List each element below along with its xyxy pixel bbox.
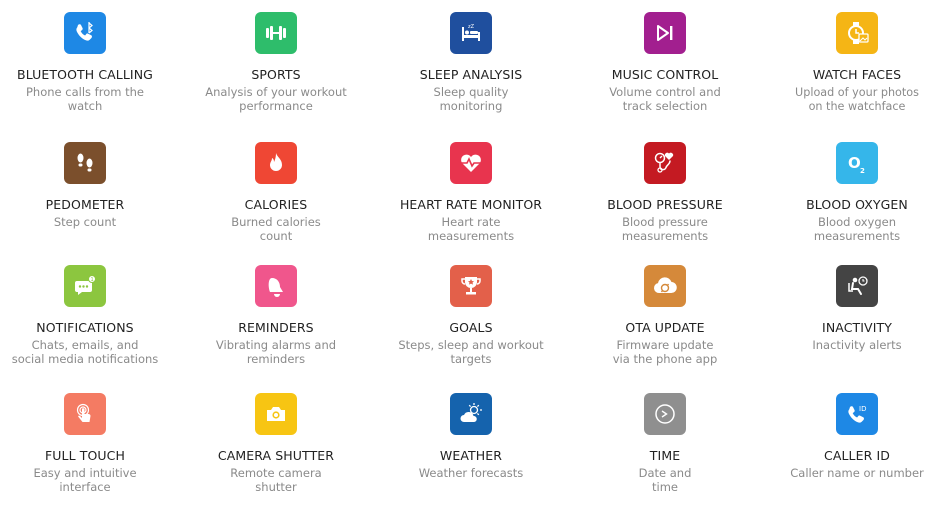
play-next-icon: [644, 12, 686, 54]
feature-title: CAMERA SHUTTER: [217, 448, 335, 463]
feature-blood-pressure: BLOOD PRESSURE Blood pressure measuremen…: [570, 142, 760, 243]
bell-icon: [255, 265, 297, 307]
svg-text:1: 1: [91, 277, 94, 283]
feature-description: Chats, emails, and social media notifica…: [11, 338, 159, 366]
feature-time: TIME Date and time: [570, 393, 760, 494]
feature-heart-rate-monitor: HEART RATE MONITOR Heart rate measuremen…: [376, 142, 566, 243]
feature-inactivity: INACTIVITY Inactivity alerts: [762, 265, 936, 353]
heart-pulse-icon: [450, 142, 492, 184]
feature-reminders: REMINDERS Vibrating alarms and reminders: [181, 265, 371, 366]
flame-icon: [255, 142, 297, 184]
caller-id-icon: ID: [836, 393, 878, 435]
feature-title: GOALS: [449, 320, 493, 335]
dumbbell-icon: [255, 12, 297, 54]
feature-ota-update: OTA UPDATE Firmware update via the phone…: [570, 265, 760, 366]
watch-photo-icon: [836, 12, 878, 54]
feature-description: Caller name or number: [790, 466, 924, 480]
feature-full-touch: FULL TOUCH Easy and intuitive interface: [0, 393, 180, 494]
feature-description: Step count: [53, 215, 117, 229]
bed-icon: zZ: [450, 12, 492, 54]
feature-camera-shutter: CAMERA SHUTTER Remote camera shutter: [181, 393, 371, 494]
svg-text:O: O: [848, 154, 861, 172]
feature-description: Blood oxygen measurements: [813, 215, 901, 243]
feature-watch-faces: WATCH FACES Upload of your photos on the…: [762, 12, 936, 113]
feature-notifications: 1 NOTIFICATIONS Chats, emails, and socia…: [0, 265, 180, 366]
feature-description: Phone calls from the watch: [26, 85, 144, 113]
feature-bluetooth-calling: BLUETOOTH CALLING Phone calls from the w…: [0, 12, 180, 113]
chat-bubble-icon: 1: [64, 265, 106, 307]
feature-title: CALLER ID: [824, 448, 890, 463]
touch-finger-icon: [64, 393, 106, 435]
feature-description: Volume control and track selection: [609, 85, 721, 113]
feature-title: REMINDERS: [238, 320, 314, 335]
trophy-icon: [450, 265, 492, 307]
feature-title: NOTIFICATIONS: [36, 320, 134, 335]
svg-text:zZ: zZ: [468, 24, 475, 30]
svg-text:2: 2: [860, 167, 865, 175]
clock-icon: [644, 393, 686, 435]
feature-description: Inactivity alerts: [812, 338, 902, 352]
feature-description: Heart rate measurements: [427, 215, 515, 243]
feature-description: Easy and intuitive interface: [33, 466, 137, 494]
camera-icon: [255, 393, 297, 435]
feature-description: Date and time: [638, 466, 692, 494]
feature-title: WEATHER: [439, 448, 503, 463]
feature-description: Weather forecasts: [418, 466, 524, 480]
feature-title: BLOOD PRESSURE: [607, 197, 723, 212]
cloud-sync-icon: [644, 265, 686, 307]
feature-blood-oxygen: O2 BLOOD OXYGEN Blood oxygen measurement…: [762, 142, 936, 243]
feature-sports: SPORTS Analysis of your workout performa…: [181, 12, 371, 113]
feature-goals: GOALS Steps, sleep and workout targets: [376, 265, 566, 366]
feature-title: MUSIC CONTROL: [611, 67, 719, 82]
feature-title: SPORTS: [251, 67, 301, 82]
oxygen-icon: O2: [836, 142, 878, 184]
feature-description: Analysis of your workout performance: [205, 85, 347, 113]
feature-title: FULL TOUCH: [45, 448, 125, 463]
feature-title: HEART RATE MONITOR: [399, 197, 543, 212]
feature-title: BLOOD OXYGEN: [806, 197, 908, 212]
feature-title: CALORIES: [244, 197, 308, 212]
feature-caller-id: ID CALLER ID Caller name or number: [762, 393, 936, 481]
feature-pedometer: PEDOMETER Step count: [0, 142, 180, 230]
feature-weather: WEATHER Weather forecasts: [376, 393, 566, 481]
feature-music-control: MUSIC CONTROL Volume control and track s…: [570, 12, 760, 113]
feature-description: Firmware update via the phone app: [612, 338, 718, 366]
feature-description: Remote camera shutter: [230, 466, 322, 494]
feature-description: Vibrating alarms and reminders: [215, 338, 337, 366]
feature-description: Steps, sleep and workout targets: [398, 338, 544, 366]
feature-title: TIME: [649, 448, 681, 463]
sitting-person-icon: [836, 265, 878, 307]
feature-description: Upload of your photos on the watchface: [795, 86, 919, 113]
feature-title: OTA UPDATE: [625, 320, 705, 335]
feature-title: SLEEP ANALYSIS: [419, 67, 523, 82]
svg-text:ID: ID: [859, 405, 866, 413]
feature-calories: CALORIES Burned calories count: [181, 142, 371, 243]
feature-sleep-analysis: zZ SLEEP ANALYSIS Sleep quality monitori…: [376, 12, 566, 113]
feature-description: Blood pressure measurements: [621, 215, 709, 243]
weather-icon: [450, 393, 492, 435]
feature-title: WATCH FACES: [812, 67, 902, 82]
feature-title: INACTIVITY: [822, 320, 892, 335]
footprints-icon: [64, 142, 106, 184]
bluetooth-phone-icon: [64, 12, 106, 54]
feature-description: Burned calories count: [231, 215, 321, 243]
feature-description: Sleep quality monitoring: [433, 85, 509, 113]
feature-title: BLUETOOTH CALLING: [17, 67, 153, 82]
blood-pressure-icon: [644, 142, 686, 184]
feature-title: PEDOMETER: [45, 197, 125, 212]
